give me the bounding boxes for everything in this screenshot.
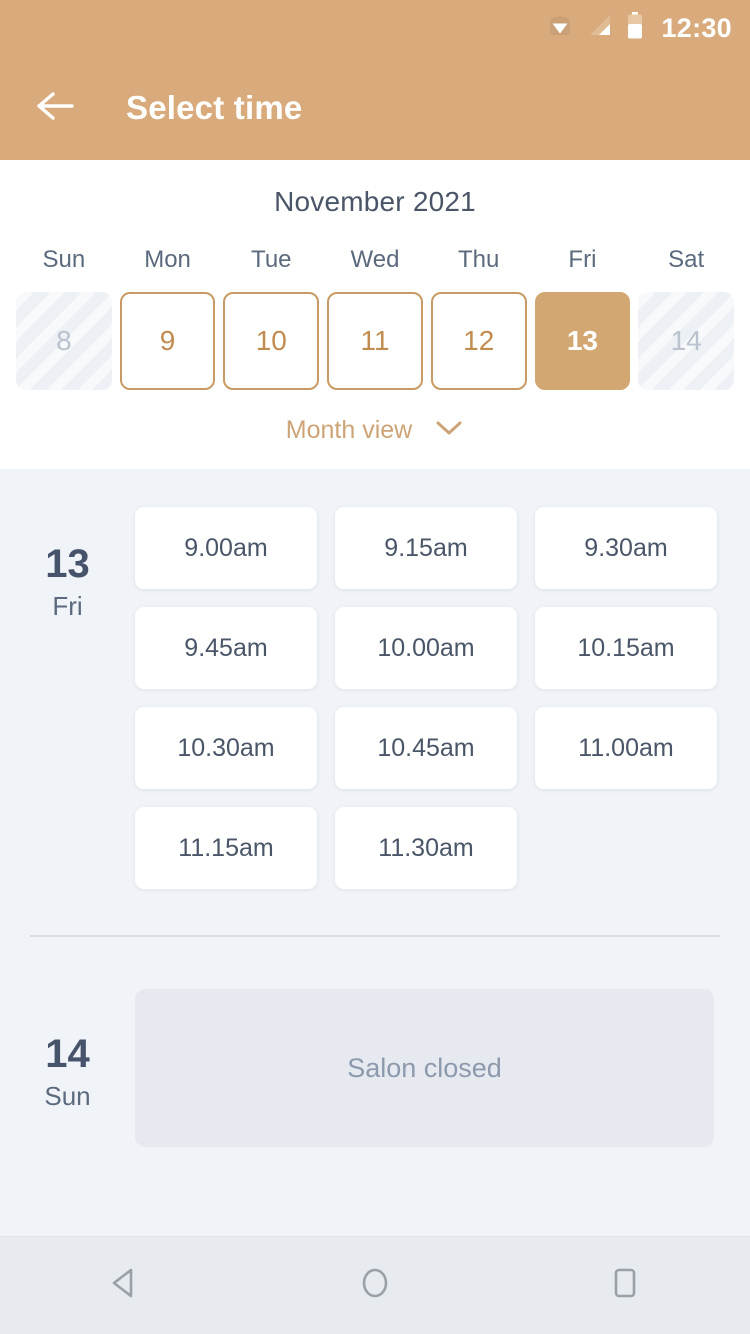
chevron-down-icon <box>434 419 464 442</box>
calendar-day-12[interactable]: 12 <box>430 292 527 390</box>
time-slot[interactable]: 9.45am <box>135 607 317 689</box>
app-bar: Select time <box>0 56 750 160</box>
nav-back-icon <box>105 1263 145 1308</box>
time-slot-grid: 9.00am 9.15am 9.30am 9.45am 10.00am 10.1… <box>135 507 750 889</box>
page-title: Select time <box>126 89 303 126</box>
android-nav-bar <box>0 1236 750 1334</box>
nav-home-button[interactable] <box>315 1251 435 1321</box>
month-view-toggle[interactable]: Month view <box>0 416 750 445</box>
app-root: 12:30 Select time November 2021 Sun Mon … <box>0 0 750 1334</box>
time-slot[interactable]: 9.30am <box>535 507 717 589</box>
signal-icon <box>587 14 613 43</box>
schedule-area: 13 Fri 9.00am 9.15am 9.30am 9.45am 10.00… <box>0 469 750 1236</box>
status-bar: 12:30 <box>0 0 750 56</box>
time-slot[interactable]: 11.30am <box>335 807 517 889</box>
weekday-label: Mon <box>144 246 191 273</box>
schedule-day-name: Sun <box>44 1081 91 1111</box>
schedule-day-number: 13 <box>45 542 90 586</box>
weekday-label: Tue <box>251 246 292 273</box>
weekday-label: Sat <box>668 246 705 273</box>
status-bar-clock: 12:30 <box>661 12 732 43</box>
time-slot[interactable]: 10.00am <box>335 607 517 689</box>
schedule-day-number: 14 <box>45 1032 90 1076</box>
calendar-day-14: 14 <box>638 292 734 390</box>
calendar-day-8: 8 <box>16 292 112 390</box>
time-slot[interactable]: 11.15am <box>135 807 317 889</box>
time-slot[interactable]: 9.00am <box>135 507 317 589</box>
time-slot[interactable]: 11.00am <box>535 707 717 789</box>
schedule-day-14: 14 Sun Salon closed <box>0 937 750 1147</box>
time-slot[interactable]: 9.15am <box>335 507 517 589</box>
weekday-label: Sun <box>42 246 86 273</box>
time-slot[interactable]: 10.45am <box>335 707 517 789</box>
salon-closed-card: Salon closed <box>135 989 714 1147</box>
calendar-month-title: November 2021 <box>274 186 476 217</box>
calendar-day-9[interactable]: 9 <box>119 292 216 390</box>
calendar-panel: November 2021 Sun Mon Tue Wed Thu Fri Sa… <box>0 160 750 469</box>
calendar-day-11[interactable]: 11 <box>327 292 423 390</box>
schedule-day-13: 13 Fri 9.00am 9.15am 9.30am 9.45am 10.00… <box>0 469 750 889</box>
calendar-weekday-header: Sun Mon Tue Wed Thu Fri Sat <box>0 246 750 274</box>
schedule-day-label-13: 13 Fri <box>0 507 135 889</box>
weekday-label: Wed <box>350 246 400 273</box>
weekday-label: Fri <box>568 246 597 273</box>
weekday-label: Thu <box>458 246 500 273</box>
nav-recents-button[interactable] <box>565 1251 685 1321</box>
time-slot[interactable]: 10.30am <box>135 707 317 789</box>
calendar-day-row: 8 9 10 11 12 13 14 <box>0 292 750 390</box>
month-view-label: Month view <box>285 416 413 444</box>
wifi-icon <box>546 14 574 43</box>
calendar-day-10[interactable]: 10 <box>223 292 320 390</box>
battery-icon <box>626 11 644 45</box>
calendar-day-13-selected[interactable]: 13 <box>534 292 631 390</box>
nav-back-button[interactable] <box>65 1251 185 1321</box>
schedule-day-name: Fri <box>52 591 83 621</box>
arrow-left-icon <box>35 89 75 128</box>
nav-recents-icon <box>605 1263 645 1308</box>
nav-home-icon <box>355 1263 395 1308</box>
back-button[interactable] <box>32 85 78 131</box>
schedule-day-label-14: 14 Sun <box>0 989 135 1147</box>
time-slot[interactable]: 10.15am <box>535 607 717 689</box>
